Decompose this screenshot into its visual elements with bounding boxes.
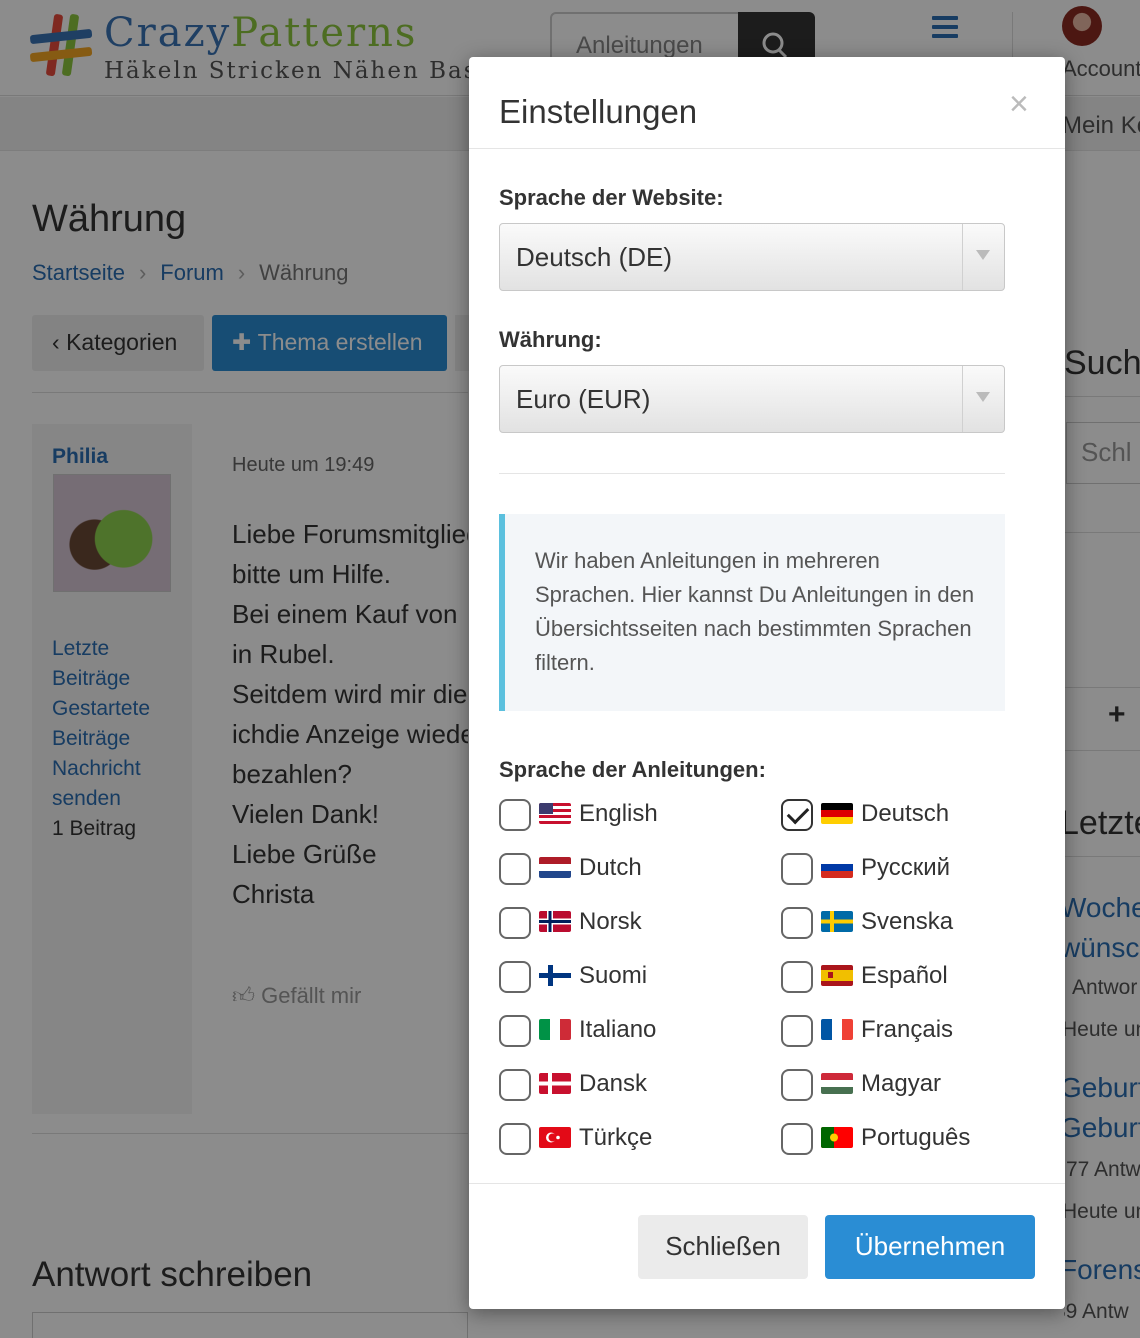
language-checkbox[interactable] — [499, 799, 531, 831]
language-checkbox[interactable] — [499, 1123, 531, 1155]
language-checkbox[interactable] — [499, 961, 531, 993]
language-label: Deutsch — [861, 800, 950, 827]
divider — [469, 148, 1065, 149]
language-label: Svenska — [861, 908, 954, 935]
language-checkbox[interactable] — [781, 1123, 813, 1155]
language-option-tr[interactable]: Türkçe — [499, 1123, 759, 1159]
flag-fi-icon — [539, 965, 571, 986]
language-checkbox[interactable] — [499, 853, 531, 885]
language-option-fi[interactable]: Suomi — [499, 961, 759, 997]
flag-ru-icon — [821, 857, 853, 878]
language-checkbox[interactable] — [781, 1015, 813, 1047]
flag-hu-icon — [821, 1073, 853, 1094]
language-label: Português — [861, 1124, 971, 1151]
language-label: Русский — [861, 854, 951, 881]
language-checkbox[interactable] — [781, 799, 813, 831]
language-option-hu[interactable]: Magyar — [781, 1069, 1041, 1105]
dropdown-arrow-icon — [962, 224, 1004, 290]
language-checkbox[interactable] — [781, 907, 813, 939]
flag-dk-icon — [539, 1073, 571, 1094]
language-label: Suomi — [579, 962, 648, 989]
language-label: Türkçe — [579, 1124, 653, 1151]
language-option-it[interactable]: Italiano — [499, 1015, 759, 1051]
language-option-dk[interactable]: Dansk — [499, 1069, 759, 1105]
flag-de-icon — [821, 803, 853, 824]
currency-value: Euro (EUR) — [516, 384, 651, 414]
flag-us-icon — [539, 803, 571, 824]
currency-select[interactable]: Euro (EUR) — [499, 365, 1005, 433]
language-option-se[interactable]: Svenska — [781, 907, 1041, 943]
site-language-value: Deutsch (DE) — [516, 242, 673, 272]
divider — [499, 473, 1005, 474]
language-option-nl[interactable]: Dutch — [499, 853, 759, 889]
flag-pt-icon — [821, 1127, 853, 1148]
divider — [469, 1183, 1065, 1184]
language-label: Français — [861, 1016, 954, 1043]
flag-it-icon — [539, 1019, 571, 1040]
flag-tr-icon — [539, 1127, 571, 1148]
close-icon[interactable]: × — [1009, 87, 1029, 121]
flag-nl-icon — [539, 857, 571, 878]
settings-dialog: Einstellungen × Sprache der Website: Deu… — [469, 57, 1065, 1309]
pattern-language-label: Sprache der Anleitungen: — [499, 757, 766, 782]
flag-se-icon — [821, 911, 853, 932]
language-label: English — [579, 800, 658, 827]
language-option-us[interactable]: English — [499, 799, 759, 835]
language-checkbox[interactable] — [781, 1069, 813, 1101]
language-label: Español — [861, 962, 948, 989]
site-language-select[interactable]: Deutsch (DE) — [499, 223, 1005, 291]
language-option-es[interactable]: Español — [781, 961, 1041, 997]
language-option-fr[interactable]: Français — [781, 1015, 1041, 1051]
language-option-ru[interactable]: Русский — [781, 853, 1041, 889]
dropdown-arrow-icon — [962, 366, 1004, 432]
language-checkbox[interactable] — [499, 907, 531, 939]
flag-es-icon — [821, 965, 853, 986]
language-label: Italiano — [579, 1016, 657, 1043]
language-label: Dansk — [579, 1070, 648, 1097]
close-button[interactable]: Schließen — [638, 1215, 808, 1279]
language-option-pt[interactable]: Português — [781, 1123, 1041, 1159]
page: CrazyPatterns Häkeln Stricken Nähen Bast… — [0, 0, 1140, 1338]
dialog-title: Einstellungen — [499, 93, 698, 130]
language-label: Magyar — [861, 1070, 942, 1097]
language-label: Norsk — [579, 908, 642, 935]
info-box: Wir haben Anleitungen in mehreren Sprach… — [499, 514, 1005, 711]
language-option-de[interactable]: Deutsch — [781, 799, 1041, 835]
language-checkbox[interactable] — [781, 853, 813, 885]
language-label: Dutch — [579, 854, 642, 881]
language-checkbox[interactable] — [499, 1015, 531, 1047]
language-checkbox[interactable] — [781, 961, 813, 993]
flag-fr-icon — [821, 1019, 853, 1040]
language-option-no[interactable]: Norsk — [499, 907, 759, 943]
language-checkbox[interactable] — [499, 1069, 531, 1101]
apply-button[interactable]: Übernehmen — [825, 1215, 1035, 1279]
site-language-label: Sprache der Website: — [499, 185, 724, 210]
currency-label: Währung: — [499, 327, 602, 352]
flag-no-icon — [539, 911, 571, 932]
